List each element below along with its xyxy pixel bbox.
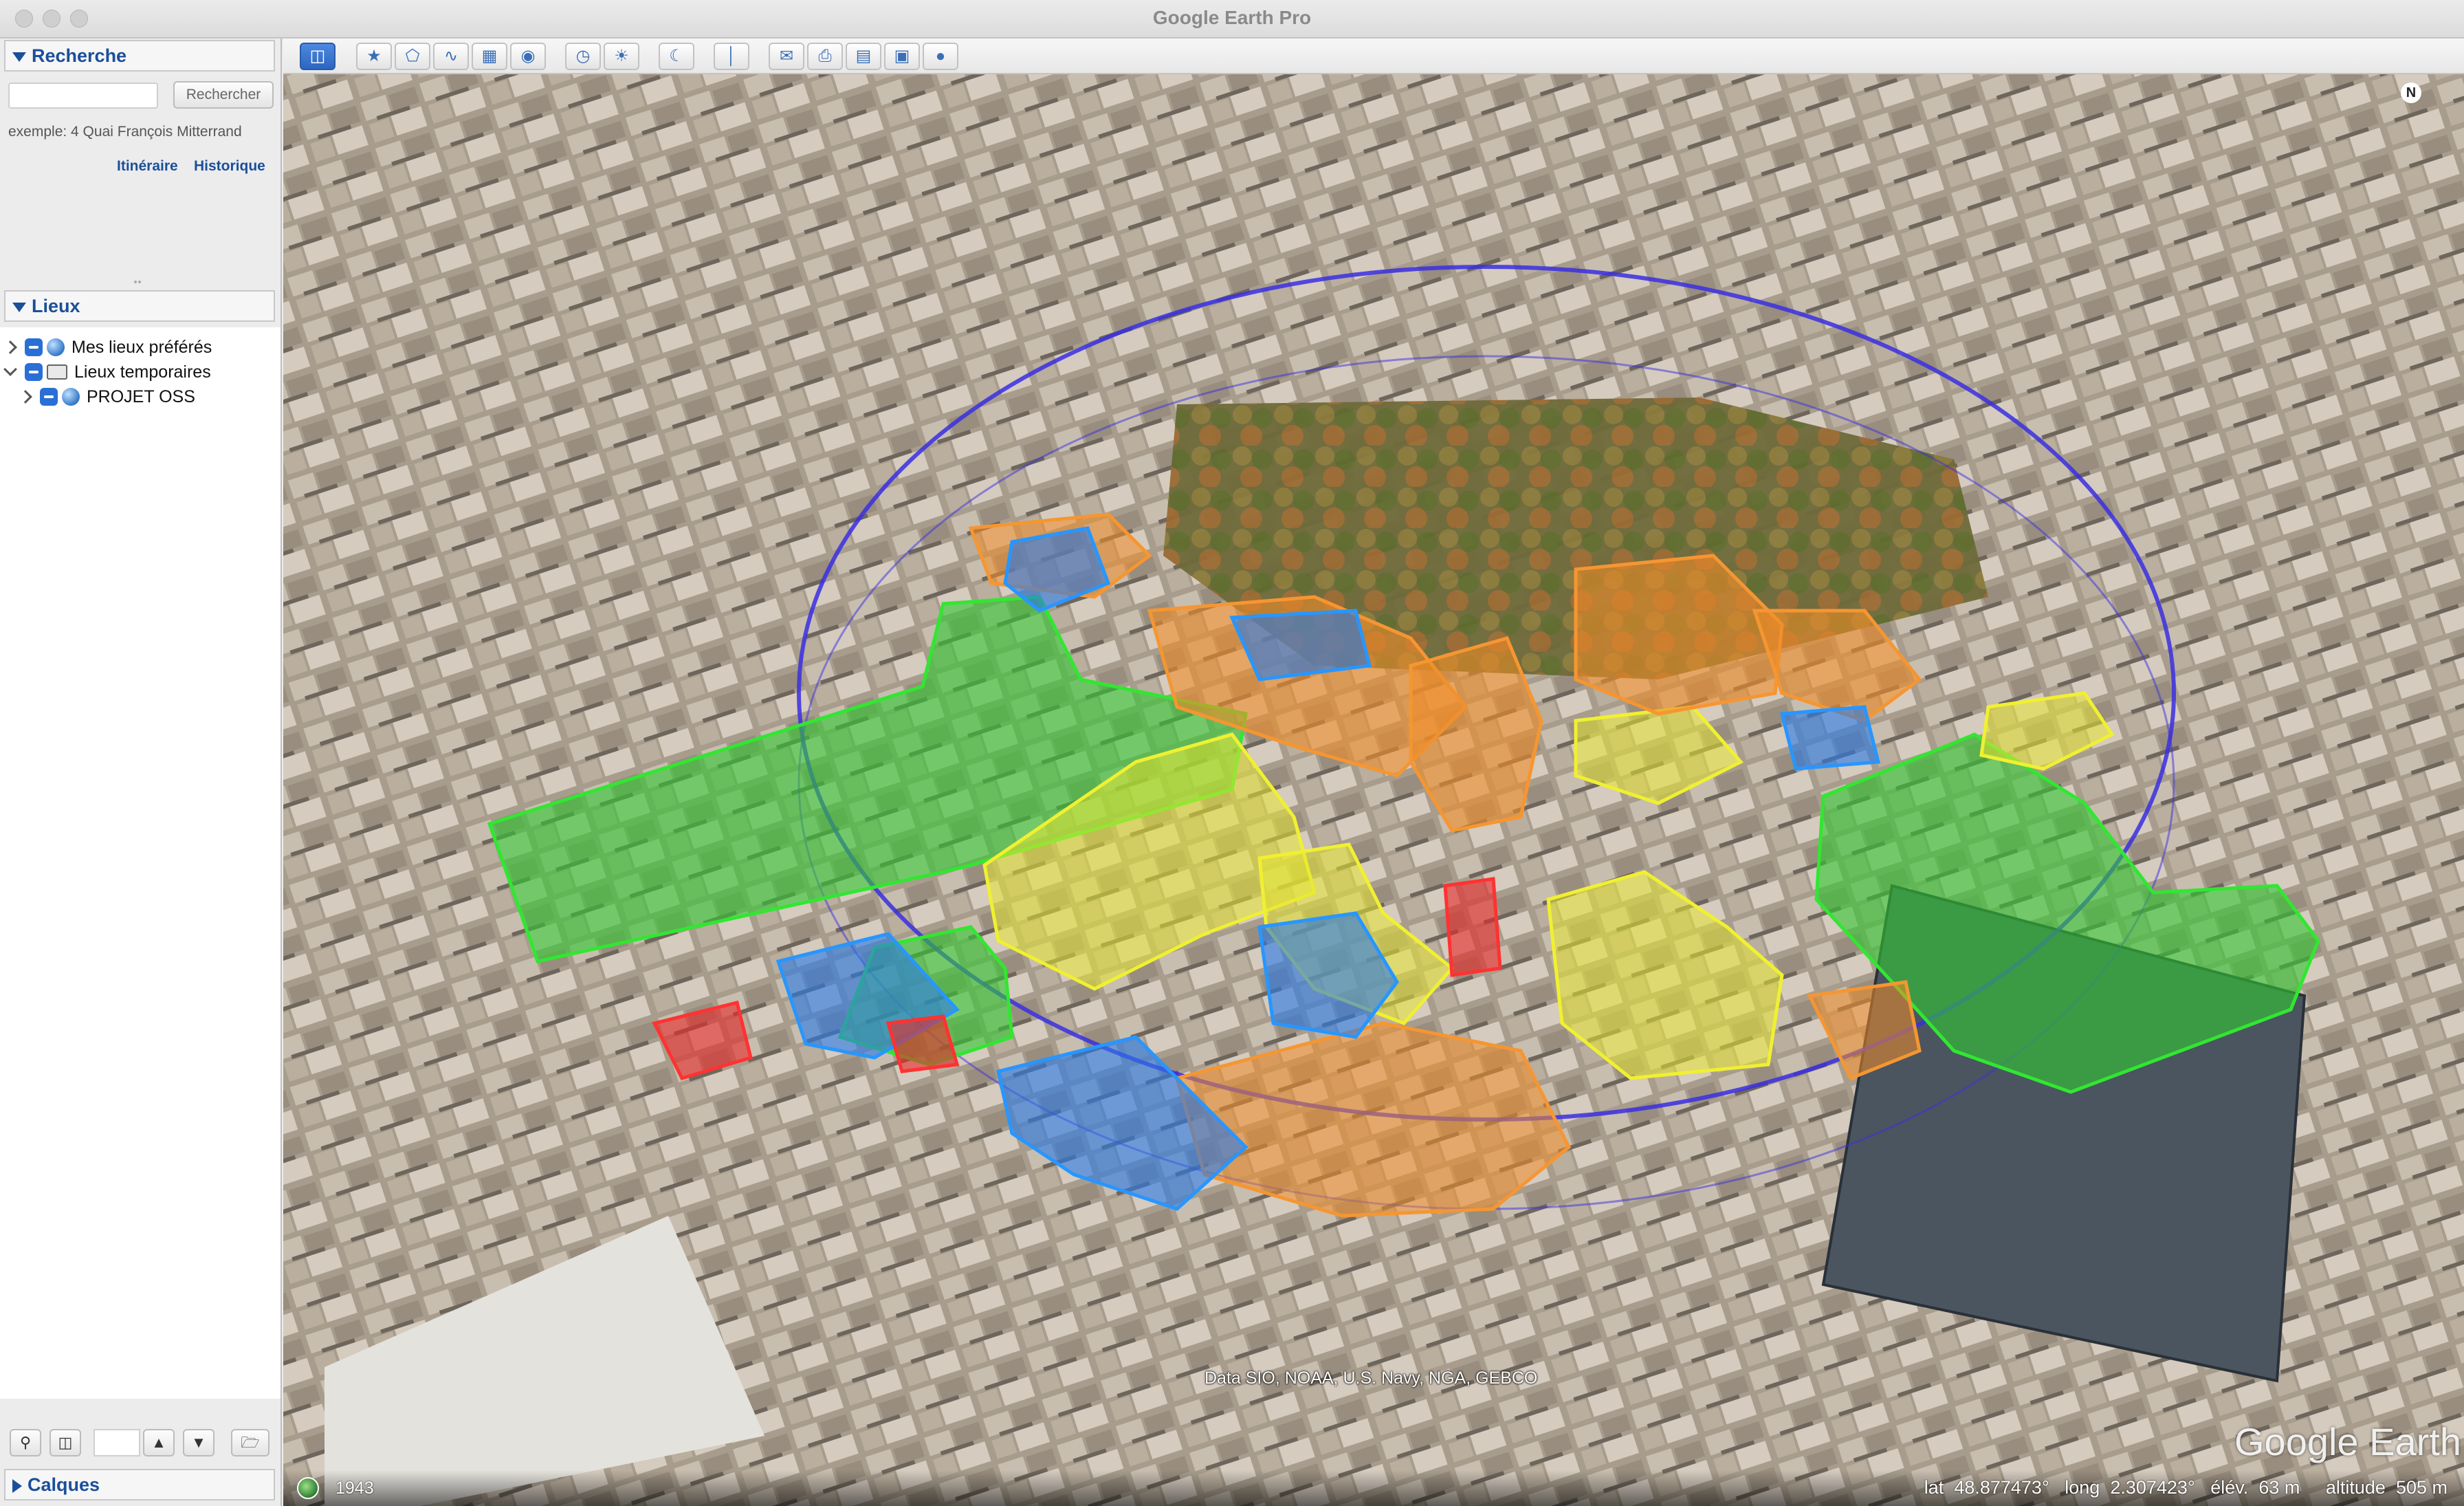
folder-icon [47,364,67,380]
checkbox-icon[interactable] [25,363,43,381]
search-panel-title: Recherche [32,45,127,66]
add-polygon-button[interactable]: ⬠ [395,43,430,70]
long-label: long [2065,1477,2100,1498]
places-panel-title: Lieux [32,296,80,316]
elev-label: élév. [2210,1477,2249,1498]
planets-button[interactable]: ☾ [659,43,694,70]
earth-3d-viewport[interactable]: N Data SIO, NOAA, U.S. Navy, NGA, GEBCO … [283,74,2464,1506]
window-title: Google Earth Pro [1152,7,1312,28]
search-button[interactable]: Rechercher [173,81,274,109]
pane-icon: ◫ [58,1434,73,1451]
places-filter-field[interactable] [94,1429,140,1456]
layers-panel-header[interactable]: Calques [4,1469,275,1500]
sidebar: Recherche Rechercher exemple: 4 Quai Fra… [0,39,282,1506]
sidebar-toggle-icon: ◫ [309,47,326,65]
places-tree: Mes lieux préférés Lieux temporaires PRO… [0,327,280,1399]
tree-item-favorites[interactable]: Mes lieux préférés [3,336,212,359]
collapse-chevron-icon[interactable] [3,362,17,376]
tree-item-label: PROJET OSS [87,387,195,406]
tour-icon: ◉ [520,47,536,65]
ruler-button[interactable]: │ [714,43,749,70]
checkbox-icon[interactable] [25,338,43,356]
panel-splitter[interactable] [134,281,144,285]
print-button[interactable]: ⎙ [807,43,843,70]
ruler-icon: │ [726,47,737,65]
layers-panel-title: Calques [28,1474,100,1495]
expand-chevron-icon[interactable] [19,390,32,404]
view-in-maps-button[interactable]: ▣ [884,43,920,70]
title-bar: Google Earth Pro [0,0,2464,39]
tree-item-projet-oss[interactable]: PROJET OSS [19,385,195,408]
historical-imagery-icon: ◷ [575,47,591,65]
collapse-triangle-icon [12,52,26,62]
historical-imagery-status-icon[interactable] [297,1477,319,1499]
elev-value: 63 m [2258,1477,2300,1498]
expand-chevron-icon[interactable] [3,340,17,354]
north-compass-button[interactable]: N [2401,83,2421,103]
alt-value: 505 m [2395,1477,2448,1498]
search-input[interactable] [8,83,158,109]
historical-imagery-button[interactable]: ◷ [565,43,601,70]
coordinates-readout: lat 48.877473° long 2.307423° élév. 63 m… [1924,1477,2448,1498]
maps-icon: ▣ [894,47,910,65]
google-earth-logo: Google Earth [2234,1420,2461,1463]
add-image-overlay-button[interactable]: ▦ [472,43,507,70]
move-down-button[interactable]: ▼ [183,1429,214,1456]
sunlight-button[interactable]: ☀ [604,43,639,70]
sidebar-toggle-button[interactable]: ◫ [300,43,336,70]
arrow-down-icon: ▼ [191,1434,206,1451]
toggle-pane-button[interactable]: ◫ [50,1429,81,1456]
places-panel-header[interactable]: Lieux [4,290,275,322]
save-image-button[interactable]: ▤ [846,43,881,70]
expand-triangle-icon [12,1478,22,1493]
imagery-date: 1943 [336,1478,374,1498]
tree-item-label: Lieux temporaires [74,362,211,382]
network-link-icon [47,338,65,356]
imagery-attribution: Data SIO, NOAA, U.S. Navy, NGA, GEBCO [1204,1368,1538,1388]
record-tour-button[interactable]: ◉ [510,43,546,70]
save-image-icon: ▤ [855,47,872,65]
long-value: 2.307423° [2110,1477,2195,1498]
search-panel-header[interactable]: Recherche [4,40,275,72]
path-icon: ∿ [443,47,459,65]
add-folder-button[interactable]: 🗁 [231,1429,270,1456]
globe-button[interactable]: ● [923,43,958,70]
lat-label: lat [1924,1477,1944,1498]
history-link[interactable]: Historique [194,158,265,175]
itinerary-link[interactable]: Itinéraire [117,158,178,175]
move-up-button[interactable]: ▲ [143,1429,175,1456]
network-link-icon [62,388,80,406]
lat-value: 48.877473° [1954,1477,2049,1498]
main-toolbar: ◫ ★ ⬠ ∿ ▦ ◉ ◷ ☀ ☾ │ ✉ ⎙ ▤ ▣ ● [283,39,2464,74]
magnifier-icon: ⚲ [19,1434,32,1451]
planets-icon: ☾ [669,47,684,65]
arrow-up-icon: ▲ [151,1434,166,1451]
tree-item-label: Mes lieux préférés [72,338,212,357]
alt-label: altitude [2325,1477,2386,1498]
checkbox-icon[interactable] [40,388,58,406]
add-path-button[interactable]: ∿ [433,43,469,70]
collapse-triangle-icon [12,302,26,312]
search-places-button[interactable]: ⚲ [10,1429,41,1456]
polygon-icon: ⬠ [405,47,420,65]
search-example: exemple: 4 Quai François Mitterrand [8,124,242,140]
placemark-icon: ★ [366,47,382,65]
tree-item-temporary[interactable]: Lieux temporaires [3,360,211,384]
globe-icon: ● [935,47,946,65]
sunlight-icon: ☀ [614,47,629,65]
city-imagery [283,74,2464,1506]
folder-add-icon: 🗁 [241,1434,260,1451]
email-button[interactable]: ✉ [769,43,804,70]
print-icon: ⎙ [818,47,832,65]
email-icon: ✉ [779,47,794,65]
add-placemark-button[interactable]: ★ [356,43,392,70]
image-overlay-icon: ▦ [481,47,498,65]
